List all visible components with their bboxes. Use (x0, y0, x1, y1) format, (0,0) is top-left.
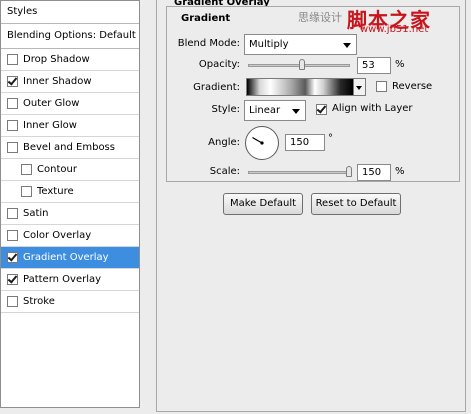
chevron-down-icon (343, 43, 351, 48)
style-item-pattern-overlay[interactable]: Pattern Overlay (1, 269, 139, 291)
angle-unit: ° (328, 133, 333, 144)
style-label: Style: (211, 104, 241, 115)
style-item-texture[interactable]: Texture (1, 181, 139, 203)
opacity-unit: % (395, 59, 405, 70)
style-item-label: Pattern Overlay (23, 274, 102, 285)
styles-header[interactable]: Styles (1, 1, 139, 24)
style-item-stroke[interactable]: Stroke (1, 291, 139, 313)
satin-checkbox[interactable] (7, 208, 18, 219)
pattern-overlay-checkbox[interactable] (7, 274, 18, 285)
style-item-label: Stroke (23, 296, 55, 307)
styles-list: Styles Blending Options: Default Drop Sh… (0, 0, 140, 408)
style-item-gradient-overlay[interactable]: Gradient Overlay (1, 247, 139, 269)
angle-label: Angle: (208, 137, 240, 148)
reverse-checkbox[interactable] (376, 81, 387, 92)
style-item-outer-glow[interactable]: Outer Glow (1, 93, 139, 115)
bevel-emboss-checkbox[interactable] (7, 142, 18, 153)
style-item-label: Contour (37, 164, 77, 175)
scale-slider-thumb[interactable] (345, 166, 352, 177)
blending-options-item[interactable]: Blending Options: Default (1, 24, 139, 49)
style-item-bevel-emboss[interactable]: Bevel and Emboss (1, 137, 139, 159)
style-item-label: Satin (23, 208, 49, 219)
angle-dial[interactable] (245, 126, 279, 160)
scale-input[interactable]: 150 (357, 164, 391, 181)
blend-mode-select[interactable]: Multiply (244, 34, 357, 55)
color-overlay-checkbox[interactable] (7, 230, 18, 241)
style-item-label: Outer Glow (23, 98, 80, 109)
style-item-label: Texture (37, 186, 74, 197)
style-item-label: Inner Shadow (23, 76, 92, 87)
style-select[interactable]: Linear (244, 100, 306, 121)
make-default-button[interactable]: Make Default (223, 193, 303, 215)
scale-unit: % (395, 166, 405, 177)
texture-checkbox[interactable] (21, 186, 32, 197)
style-item-label: Color Overlay (23, 230, 92, 241)
style-item-label: Bevel and Emboss (23, 142, 115, 153)
gradient-dropdown-button[interactable] (354, 78, 366, 96)
style-item-label: Gradient Overlay (23, 252, 109, 263)
contour-checkbox[interactable] (21, 164, 32, 175)
opacity-label: Opacity: (198, 59, 240, 70)
drop-shadow-checkbox[interactable] (7, 54, 18, 65)
style-item-label: Drop Shadow (23, 54, 90, 65)
blend-mode-label: Blend Mode: (177, 38, 240, 49)
inner-shadow-checkbox[interactable] (7, 76, 18, 87)
watermark-gray-text: 思缘设计 (298, 11, 342, 24)
style-item-satin[interactable]: Satin (1, 203, 139, 225)
gradient-overlay-checkbox[interactable] (7, 252, 18, 263)
style-item-label: Inner Glow (23, 120, 77, 131)
opacity-slider-thumb[interactable] (299, 59, 306, 70)
style-item-inner-glow[interactable]: Inner Glow (1, 115, 139, 137)
align-with-layer-label: Align with Layer (332, 103, 413, 114)
style-item-inner-shadow[interactable]: Inner Shadow (1, 71, 139, 93)
group-title: Gradient (178, 13, 234, 24)
inner-glow-checkbox[interactable] (7, 120, 18, 131)
opacity-input[interactable]: 53 (357, 57, 391, 74)
style-item-contour[interactable]: Contour (1, 159, 139, 181)
stroke-checkbox[interactable] (7, 296, 18, 307)
style-item-color-overlay[interactable]: Color Overlay (1, 225, 139, 247)
align-with-layer-checkbox[interactable] (316, 104, 327, 115)
scale-label: Scale: (209, 166, 240, 177)
style-item-drop-shadow[interactable]: Drop Shadow (1, 49, 139, 71)
scale-slider-track[interactable] (248, 171, 350, 174)
style-value: Linear (249, 105, 281, 116)
reverse-label: Reverse (392, 81, 433, 92)
outer-glow-checkbox[interactable] (7, 98, 18, 109)
watermark-url: www.jb51.net (360, 24, 429, 35)
angle-dial-graphic (252, 136, 264, 145)
angle-input[interactable]: 150 (285, 134, 325, 151)
chevron-down-icon (292, 109, 300, 114)
blend-mode-value: Multiply (249, 39, 289, 50)
gradient-swatch[interactable] (246, 78, 354, 96)
gradient-label: Gradient: (193, 82, 240, 93)
reset-to-default-button[interactable]: Reset to Default (311, 193, 401, 215)
